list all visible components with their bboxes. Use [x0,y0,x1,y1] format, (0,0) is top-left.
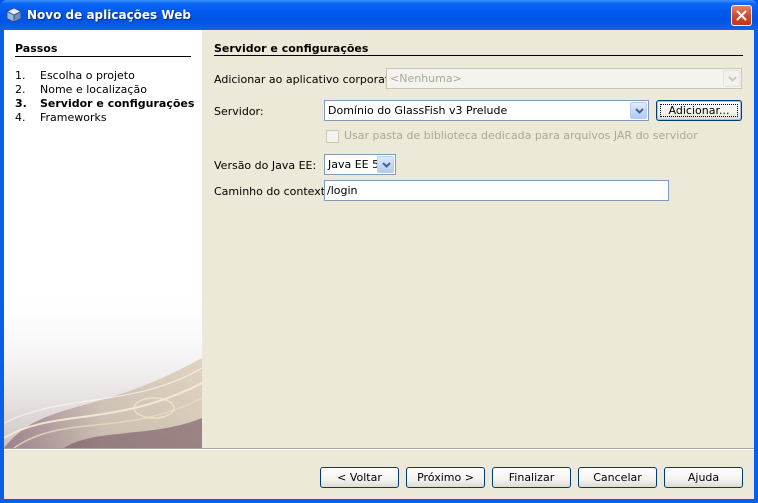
chevron-down-icon [635,108,644,114]
footer-divider [4,448,754,450]
steps-list: 1. Escolha o projeto 2. Nome e localizaç… [15,69,201,125]
chevron-down-icon [728,76,737,82]
step-label: Nome e localização [40,83,147,96]
dedicated-library-label: Usar pasta de biblioteca dedicada para a… [344,129,698,142]
server-select[interactable]: Domínio do GlassFish v3 Prelude [324,100,649,121]
steps-heading: Passos [15,42,58,55]
help-button[interactable]: Ajuda [664,467,743,488]
javaee-version-value: Java EE 5 [328,158,380,171]
context-path-field[interactable] [324,180,669,201]
step-item-current: 3. Servidor e configurações [15,97,201,111]
step-number: 2. [15,83,26,96]
steps-pane: Passos 1. Escolha o projeto 2. Nome e lo… [4,30,202,448]
next-button[interactable]: Próximo > [406,467,485,488]
dropdown-arrow[interactable] [630,102,647,119]
panel-title: Servidor e configurações [214,42,369,55]
dialog-body: Passos 1. Escolha o projeto 2. Nome e lo… [4,30,754,499]
step-item: 2. Nome e localização [15,83,201,97]
context-path-input[interactable] [327,183,657,198]
dropdown-arrow[interactable] [377,156,394,173]
step-item: 1. Escolha o projeto [15,69,201,83]
dropdown-arrow[interactable] [723,70,740,87]
netbeans-cube-icon [6,7,22,23]
add-server-button-label: Adicionar... [657,101,741,120]
title-bar[interactable]: Novo de aplicações Web [0,0,758,30]
step-label: Escolha o projeto [40,69,135,82]
chevron-down-icon [382,162,391,168]
dialog-window: Novo de aplicações Web Passos 1. Escolha… [0,0,758,503]
settings-panel: Servidor e configurações Adicionar ao ap… [202,30,754,448]
enterprise-app-select[interactable]: <Nenhuma> [386,68,742,89]
steps-divider [15,56,191,57]
back-button[interactable]: < Voltar [320,467,399,488]
wizard-decoration-image [4,288,202,448]
step-number: 1. [15,69,26,82]
window-title: Novo de aplicações Web [27,8,191,22]
server-label: Servidor: [214,105,264,118]
step-label: Servidor e configurações [40,97,195,110]
step-label: Frameworks [40,111,107,124]
close-icon [736,10,747,21]
add-server-button[interactable]: Adicionar... [656,100,742,121]
javaee-version-label: Versão do Java EE: [214,159,317,172]
step-item: 4. Frameworks [15,111,201,125]
server-value: Domínio do GlassFish v3 Prelude [328,104,508,117]
enterprise-app-label: Adicionar ao aplicativo corporativo: [214,73,410,86]
dedicated-library-checkbox[interactable] [326,130,339,143]
finish-button[interactable]: Finalizar [492,467,571,488]
step-number: 4. [15,111,26,124]
close-button[interactable] [731,5,752,26]
cancel-button[interactable]: Cancelar [578,467,657,488]
enterprise-app-value: <Nenhuma> [390,72,462,85]
step-number: 3. [15,97,27,110]
javaee-version-select[interactable]: Java EE 5 [324,154,396,175]
context-path-label: Caminho do contexto: [214,185,336,198]
panel-divider [214,55,743,56]
